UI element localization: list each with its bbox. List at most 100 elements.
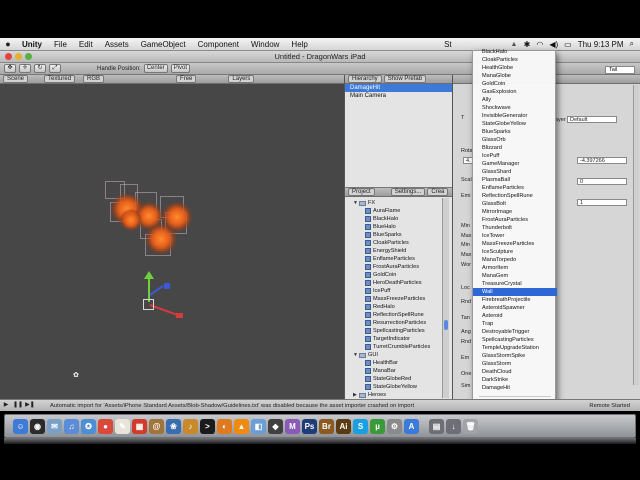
scene-viewport[interactable]: ✿ [0, 84, 344, 399]
tag-option[interactable]: GlassShard [473, 168, 557, 176]
menubar-clock[interactable]: Thu 9:13 PM [578, 40, 624, 49]
fx-asset-item[interactable]: BlueSparks [353, 231, 452, 239]
tab-project[interactable]: Project [348, 188, 375, 196]
tag-option[interactable]: GameManager [473, 160, 557, 168]
fx-asset-item[interactable]: CloakParticles [353, 239, 452, 247]
fx-asset-item[interactable]: ResurrectionParticles [353, 319, 452, 327]
tag-option[interactable]: CloakParticles [473, 56, 557, 64]
tag-option[interactable]: ManaTorpedo [473, 256, 557, 264]
tag-option[interactable]: GlassStorm [473, 360, 557, 368]
status-menu-label[interactable]: St [444, 40, 452, 49]
gizmo-z-axis[interactable] [149, 285, 164, 296]
system-prefs-icon[interactable]: ⚙ [387, 418, 402, 434]
menu-gameobject[interactable]: GameObject [135, 40, 192, 49]
app-store-icon[interactable]: A [404, 418, 419, 434]
tag-option[interactable]: GasExplosion [473, 88, 557, 96]
tag-option[interactable]: IcePuff [473, 152, 557, 160]
battery-icon[interactable]: ▭ [564, 40, 572, 49]
calendar-icon[interactable]: ▦ [132, 418, 147, 434]
fx-asset-item[interactable]: HeroDeathParticles [353, 279, 452, 287]
tag-option[interactable]: BlackHalo [473, 48, 557, 56]
tab-hierarchy[interactable]: Hierarchy [348, 75, 382, 83]
tag-option[interactable]: AsteroidSpawner [473, 304, 557, 312]
fx-asset-item[interactable]: EnergyShield [353, 247, 452, 255]
tag-option[interactable]: ManaGem [473, 272, 557, 280]
light-gizmo-icon[interactable]: ✿ [73, 372, 81, 379]
rotation-z-field[interactable]: 0 [577, 178, 627, 185]
tag-option[interactable]: FirebreathProjectile [473, 296, 557, 304]
vlc-icon[interactable]: ▲ [234, 418, 249, 434]
gui-asset-item[interactable]: StateGlobeRed [353, 375, 452, 383]
illustrator-icon[interactable]: Ai [336, 418, 351, 434]
tag-option[interactable]: MassFreezeParticles [473, 240, 557, 248]
tag-option[interactable]: EnflameParticles [473, 184, 557, 192]
scene-layers-dropdown[interactable]: Layers [228, 75, 255, 83]
tag-option[interactable]: GlassBolt [473, 200, 557, 208]
menu-help[interactable]: Help [285, 40, 313, 49]
chrome-icon[interactable]: ● [98, 418, 113, 434]
folder-fx[interactable]: ▼ FX [353, 199, 452, 207]
fx-asset-item[interactable]: BlueHalo [353, 223, 452, 231]
folder-heroes[interactable]: ▶ Heroes [353, 391, 452, 399]
fx-asset-item[interactable]: TurretCrumbleParticles [353, 343, 452, 351]
gui-asset-item[interactable]: ManaBar [353, 367, 452, 375]
apple-menu-icon[interactable]: ● [0, 39, 16, 49]
fx-asset-item[interactable]: BlackHalo [353, 215, 452, 223]
tab-scene[interactable]: Scene [3, 75, 29, 83]
position-z-field[interactable]: -4.397266 [577, 157, 627, 164]
tag-option[interactable]: ManaGlobe [473, 72, 557, 80]
hierarchy-item-damagehit[interactable]: DamageHit [345, 84, 452, 92]
rotate-tool-icon[interactable]: ↻ [34, 64, 46, 73]
tag-option[interactable]: DeathCloud [473, 368, 557, 376]
dashboard-icon[interactable]: ◉ [30, 418, 45, 434]
folder-gui[interactable]: ▼ GUI [353, 351, 452, 359]
hierarchy-item-main-camera[interactable]: Main Camera [345, 92, 452, 100]
tag-option[interactable]: DarkStrike [473, 376, 557, 384]
menu-edit[interactable]: Edit [73, 40, 99, 49]
console-status-message[interactable]: Automatic import for 'Assets/iPhone Stan… [50, 403, 500, 409]
pivot-toggle-button[interactable]: Pivot [170, 64, 191, 73]
garageband-icon[interactable]: ♪ [183, 418, 198, 434]
addressbook-icon[interactable]: @ [149, 418, 164, 434]
window-close-icon[interactable] [5, 53, 12, 60]
iphoto-icon[interactable]: ❀ [166, 418, 181, 434]
preview-icon[interactable]: ◧ [251, 418, 266, 434]
window-zoom-icon[interactable] [25, 53, 32, 60]
tag-option[interactable]: TempleUpgradeStation [473, 344, 557, 352]
unity-icon[interactable]: ◆ [268, 418, 283, 434]
monodevelop-icon[interactable]: M [285, 418, 300, 434]
tag-option[interactable]: Thunderbolt [473, 224, 557, 232]
menu-component[interactable]: Component [192, 40, 245, 49]
gizmo-y-arrow-icon[interactable] [144, 271, 154, 279]
skype-icon[interactable]: S [353, 418, 368, 434]
tag-option[interactable]: ArmorItem [473, 264, 557, 272]
create-dropdown[interactable]: Crea [427, 188, 449, 196]
tag-option[interactable]: ReflectionSpellRune [473, 192, 557, 200]
tag-option[interactable]: Wall [473, 288, 557, 296]
menu-window[interactable]: Window [245, 40, 285, 49]
fx-asset-item[interactable]: GoldCoin [353, 271, 452, 279]
tag-option[interactable]: GoldCoin [473, 80, 557, 88]
utorrent-icon[interactable]: µ [370, 418, 385, 434]
tag-option[interactable]: PlasmaBall [473, 176, 557, 184]
fx-asset-item[interactable]: IcePuff [353, 287, 452, 295]
tag-dropdown-field[interactable]: Tail [605, 66, 635, 74]
fx-asset-item[interactable]: TargetIndicator [353, 335, 452, 343]
settings-dropdown[interactable]: Settings... [390, 188, 426, 196]
tag-option[interactable]: FrostAuraParticles [473, 216, 557, 224]
gui-asset-item[interactable]: StateGlobeYellow [353, 383, 452, 391]
itunes-icon[interactable]: ♫ [64, 418, 79, 434]
tag-option[interactable]: Blizzard [473, 144, 557, 152]
tag-option[interactable]: HealthGlobe [473, 64, 557, 72]
gizmo-center-box[interactable] [143, 299, 154, 310]
tag-option[interactable]: IceSculpture [473, 248, 557, 256]
scene-render-mode-dropdown[interactable]: Textured [44, 75, 76, 83]
downloads-stack-icon[interactable]: ↓ [446, 418, 461, 434]
tag-option[interactable]: Trap [473, 320, 557, 328]
tag-option[interactable]: Shockwave [473, 104, 557, 112]
fx-asset-item[interactable]: RedHalo [353, 303, 452, 311]
scene-channel-dropdown[interactable]: RGB [83, 75, 105, 83]
fx-asset-item[interactable]: AuraFlame [353, 207, 452, 215]
show-prefab-button[interactable]: Show Prefab [383, 75, 427, 83]
bridge-icon[interactable]: Br [319, 418, 334, 434]
